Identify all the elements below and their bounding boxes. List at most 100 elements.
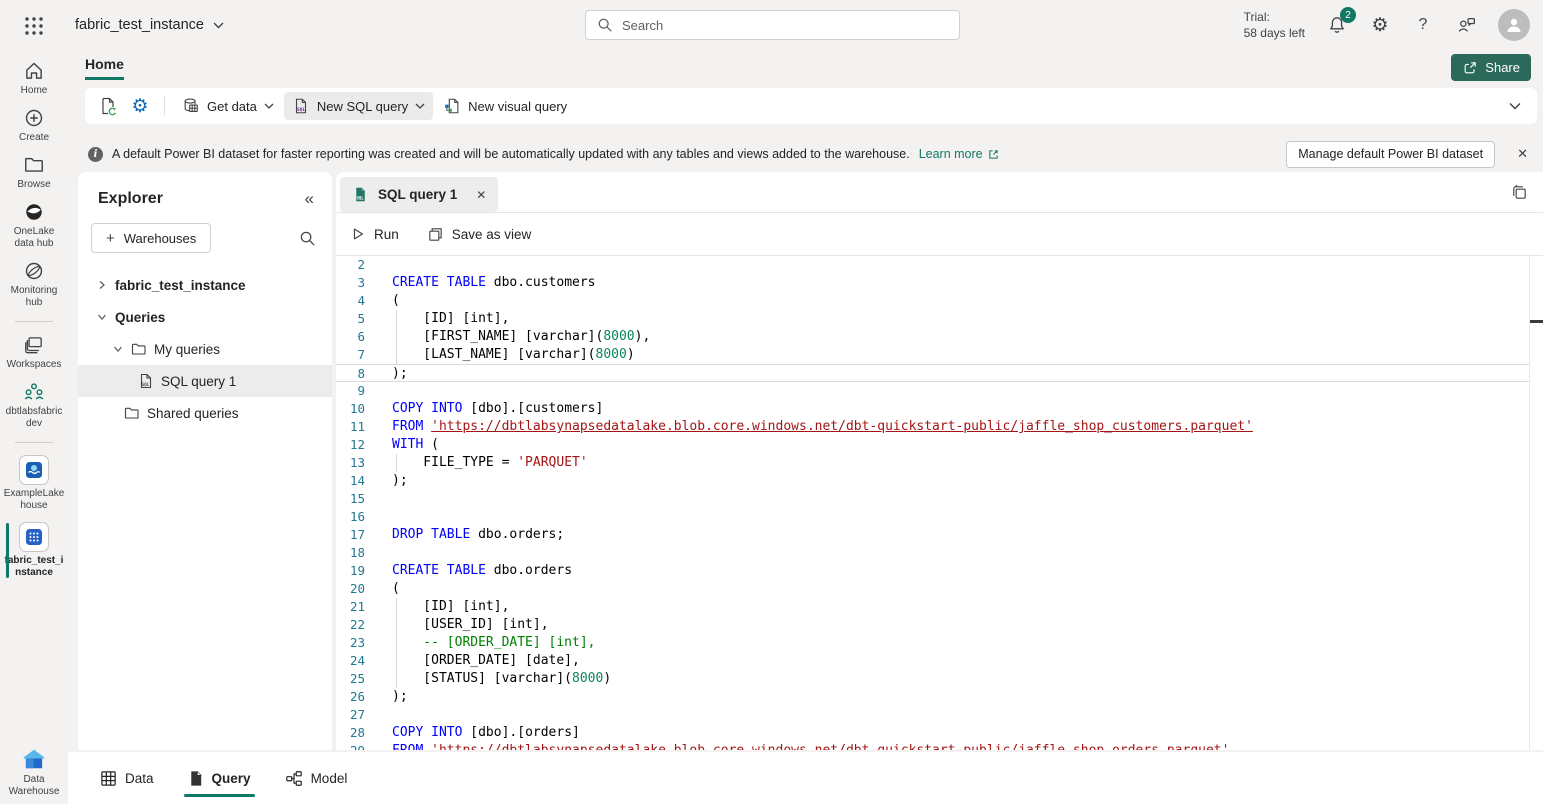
editor-scrollbar[interactable]	[1529, 256, 1543, 750]
tab-home[interactable]: Home	[85, 56, 124, 80]
lakehouse-tile-icon	[19, 455, 49, 485]
collapse-explorer-icon[interactable]: «	[305, 189, 314, 209]
warehouse-settings-gear-icon[interactable]: ⚙	[125, 92, 155, 120]
new-warehouse-button[interactable]: + Warehouses	[91, 223, 211, 253]
rail-item-home[interactable]: Home	[0, 60, 68, 97]
code-line-29[interactable]: 29FROM 'https://dbtlabsynapsedatalake.bl…	[336, 742, 1543, 750]
view-tab-query[interactable]: Query	[178, 752, 261, 804]
get-data-button[interactable]: Get data	[174, 92, 282, 120]
code-line-14[interactable]: 14);	[336, 472, 1543, 490]
rail-item-browse[interactable]: Browse	[0, 154, 68, 191]
rail-item-fabric-test-instance[interactable]: fabric_test_instance	[0, 522, 68, 579]
code-line-2[interactable]: 2	[336, 256, 1543, 274]
new-sql-query-button[interactable]: SQL New SQL query	[284, 92, 433, 120]
rail-item-dbtlabsfabricdev[interactable]: dbtlabsfabricdev	[0, 381, 68, 430]
code-line-27[interactable]: 27	[336, 706, 1543, 724]
refresh-dataset-icon[interactable]	[93, 92, 123, 120]
banner-close-icon[interactable]: ✕	[1517, 146, 1528, 162]
code-line-26[interactable]: 26);	[336, 688, 1543, 706]
indent-guide	[396, 328, 397, 346]
help-icon[interactable]: ?	[1412, 14, 1434, 36]
code-line-text: );	[381, 472, 1543, 490]
ribbon-tab-row: Home Share	[68, 50, 1543, 86]
tree-item-my-queries[interactable]: My queries	[78, 333, 332, 365]
account-avatar[interactable]	[1498, 9, 1530, 41]
code-line-3[interactable]: 3CREATE TABLE dbo.customers	[336, 274, 1543, 292]
rail-item-examplelakehouse[interactable]: ExampleLakehouse	[0, 455, 68, 512]
view-tab-label: Query	[212, 771, 251, 786]
new-visual-query-button[interactable]: New visual query	[435, 92, 575, 120]
code-line-15[interactable]: 15	[336, 490, 1543, 508]
tree-item-fabric-test-instance[interactable]: fabric_test_instance	[78, 269, 332, 301]
code-line-text	[381, 706, 1543, 724]
code-line-17[interactable]: 17DROP TABLE dbo.orders;	[336, 526, 1543, 544]
global-search[interactable]	[585, 10, 960, 40]
rail-item-label: Create	[3, 132, 65, 144]
chevron-down-icon[interactable]	[96, 311, 108, 323]
code-line-4[interactable]: 4(	[336, 292, 1543, 310]
code-line-24[interactable]: 24 [ORDER_DATE] [date],	[336, 652, 1543, 670]
code-line-10[interactable]: 10COPY INTO [dbo].[customers]	[336, 400, 1543, 418]
line-number: 17	[336, 526, 381, 544]
code-line-23[interactable]: 23 -- [ORDER_DATE] [int],	[336, 634, 1543, 652]
code-line-18[interactable]: 18	[336, 544, 1543, 562]
chevron-down-icon[interactable]	[112, 343, 124, 355]
code-line-20[interactable]: 20(	[336, 580, 1543, 598]
code-line-21[interactable]: 21 [ID] [int],	[336, 598, 1543, 616]
code-line-25[interactable]: 25 [STATUS] [varchar](8000)	[336, 670, 1543, 688]
tree-item-shared-queries[interactable]: Shared queries	[78, 397, 332, 429]
code-line-16[interactable]: 16	[336, 508, 1543, 526]
header-actions: Trial: 58 days left 2 ⚙ ?	[1244, 0, 1543, 50]
query-editor-panel: SQL SQL query 1 ✕ Run Save as view 23CRE…	[336, 172, 1543, 750]
share-button[interactable]: Share	[1451, 54, 1531, 81]
grid-icon	[100, 770, 117, 787]
code-line-22[interactable]: 22 [USER_ID] [int],	[336, 616, 1543, 634]
info-icon: i	[88, 147, 103, 162]
workspace-switcher[interactable]: fabric_test_instance	[75, 0, 224, 50]
chevron-right-icon[interactable]	[96, 279, 108, 291]
indent-guide	[396, 616, 397, 634]
code-line-11[interactable]: 11FROM 'https://dbtlabsynapsedatalake.bl…	[336, 418, 1543, 436]
rail-divider	[15, 321, 53, 322]
rail-item-workspaces[interactable]: Workspaces	[0, 334, 68, 371]
tree-item-queries[interactable]: Queries	[78, 301, 332, 333]
code-line-28[interactable]: 28COPY INTO [dbo].[orders]	[336, 724, 1543, 742]
code-line-13[interactable]: 13 FILE_TYPE = 'PARQUET'	[336, 454, 1543, 472]
view-tab-data[interactable]: Data	[90, 752, 164, 804]
close-tab-icon[interactable]: ✕	[476, 188, 486, 202]
tree-item-label: My queries	[154, 342, 220, 357]
rail-item-monitoring-hub[interactable]: Monitoring hub	[0, 260, 68, 309]
sql-code-editor[interactable]: 23CREATE TABLE dbo.customers4(5 [ID] [in…	[336, 256, 1543, 750]
rail-item-data-warehouse[interactable]: Data Warehouse	[0, 747, 68, 798]
waffle-menu-icon[interactable]	[24, 16, 44, 36]
tab-sql-query-1[interactable]: SQL SQL query 1 ✕	[340, 177, 498, 212]
code-line-7[interactable]: 7 [LAST_NAME] [varchar](8000)	[336, 346, 1543, 364]
learn-more-link[interactable]: Learn more	[919, 147, 1000, 161]
line-number: 8	[336, 365, 381, 381]
code-line-19[interactable]: 19CREATE TABLE dbo.orders	[336, 562, 1543, 580]
code-line-text: WITH (	[381, 436, 1543, 454]
save-as-view-button[interactable]: Save as view	[427, 226, 532, 243]
code-line-9[interactable]: 9	[336, 382, 1543, 400]
code-line-12[interactable]: 12WITH (	[336, 436, 1543, 454]
view-tab-model[interactable]: Model	[275, 752, 358, 804]
code-line-8[interactable]: 8);	[336, 364, 1543, 382]
rail-item-create[interactable]: Create	[0, 107, 68, 144]
copy-icon[interactable]	[1510, 183, 1529, 202]
explorer-search-icon[interactable]	[299, 230, 316, 247]
settings-gear-icon[interactable]: ⚙	[1369, 14, 1391, 36]
line-number: 25	[336, 670, 381, 688]
folder-icon	[124, 405, 140, 421]
run-button[interactable]: Run	[350, 226, 399, 242]
notifications-bell-icon[interactable]: 2	[1326, 14, 1348, 36]
rail-item-label: OneLake data hub	[3, 226, 65, 250]
code-line-text: FILE_TYPE = 'PARQUET'	[381, 454, 1543, 472]
manage-default-dataset-button[interactable]: Manage default Power BI dataset	[1286, 141, 1495, 168]
tree-item-sql-query-1[interactable]: SQLSQL query 1	[78, 365, 332, 397]
code-line-5[interactable]: 5 [ID] [int],	[336, 310, 1543, 328]
feedback-icon[interactable]	[1455, 14, 1477, 36]
rail-item-onelake-data-hub[interactable]: OneLake data hub	[0, 201, 68, 250]
collapse-ribbon-chevron-icon[interactable]	[1509, 102, 1521, 110]
search-input[interactable]	[622, 18, 959, 33]
code-line-6[interactable]: 6 [FIRST_NAME] [varchar](8000),	[336, 328, 1543, 346]
